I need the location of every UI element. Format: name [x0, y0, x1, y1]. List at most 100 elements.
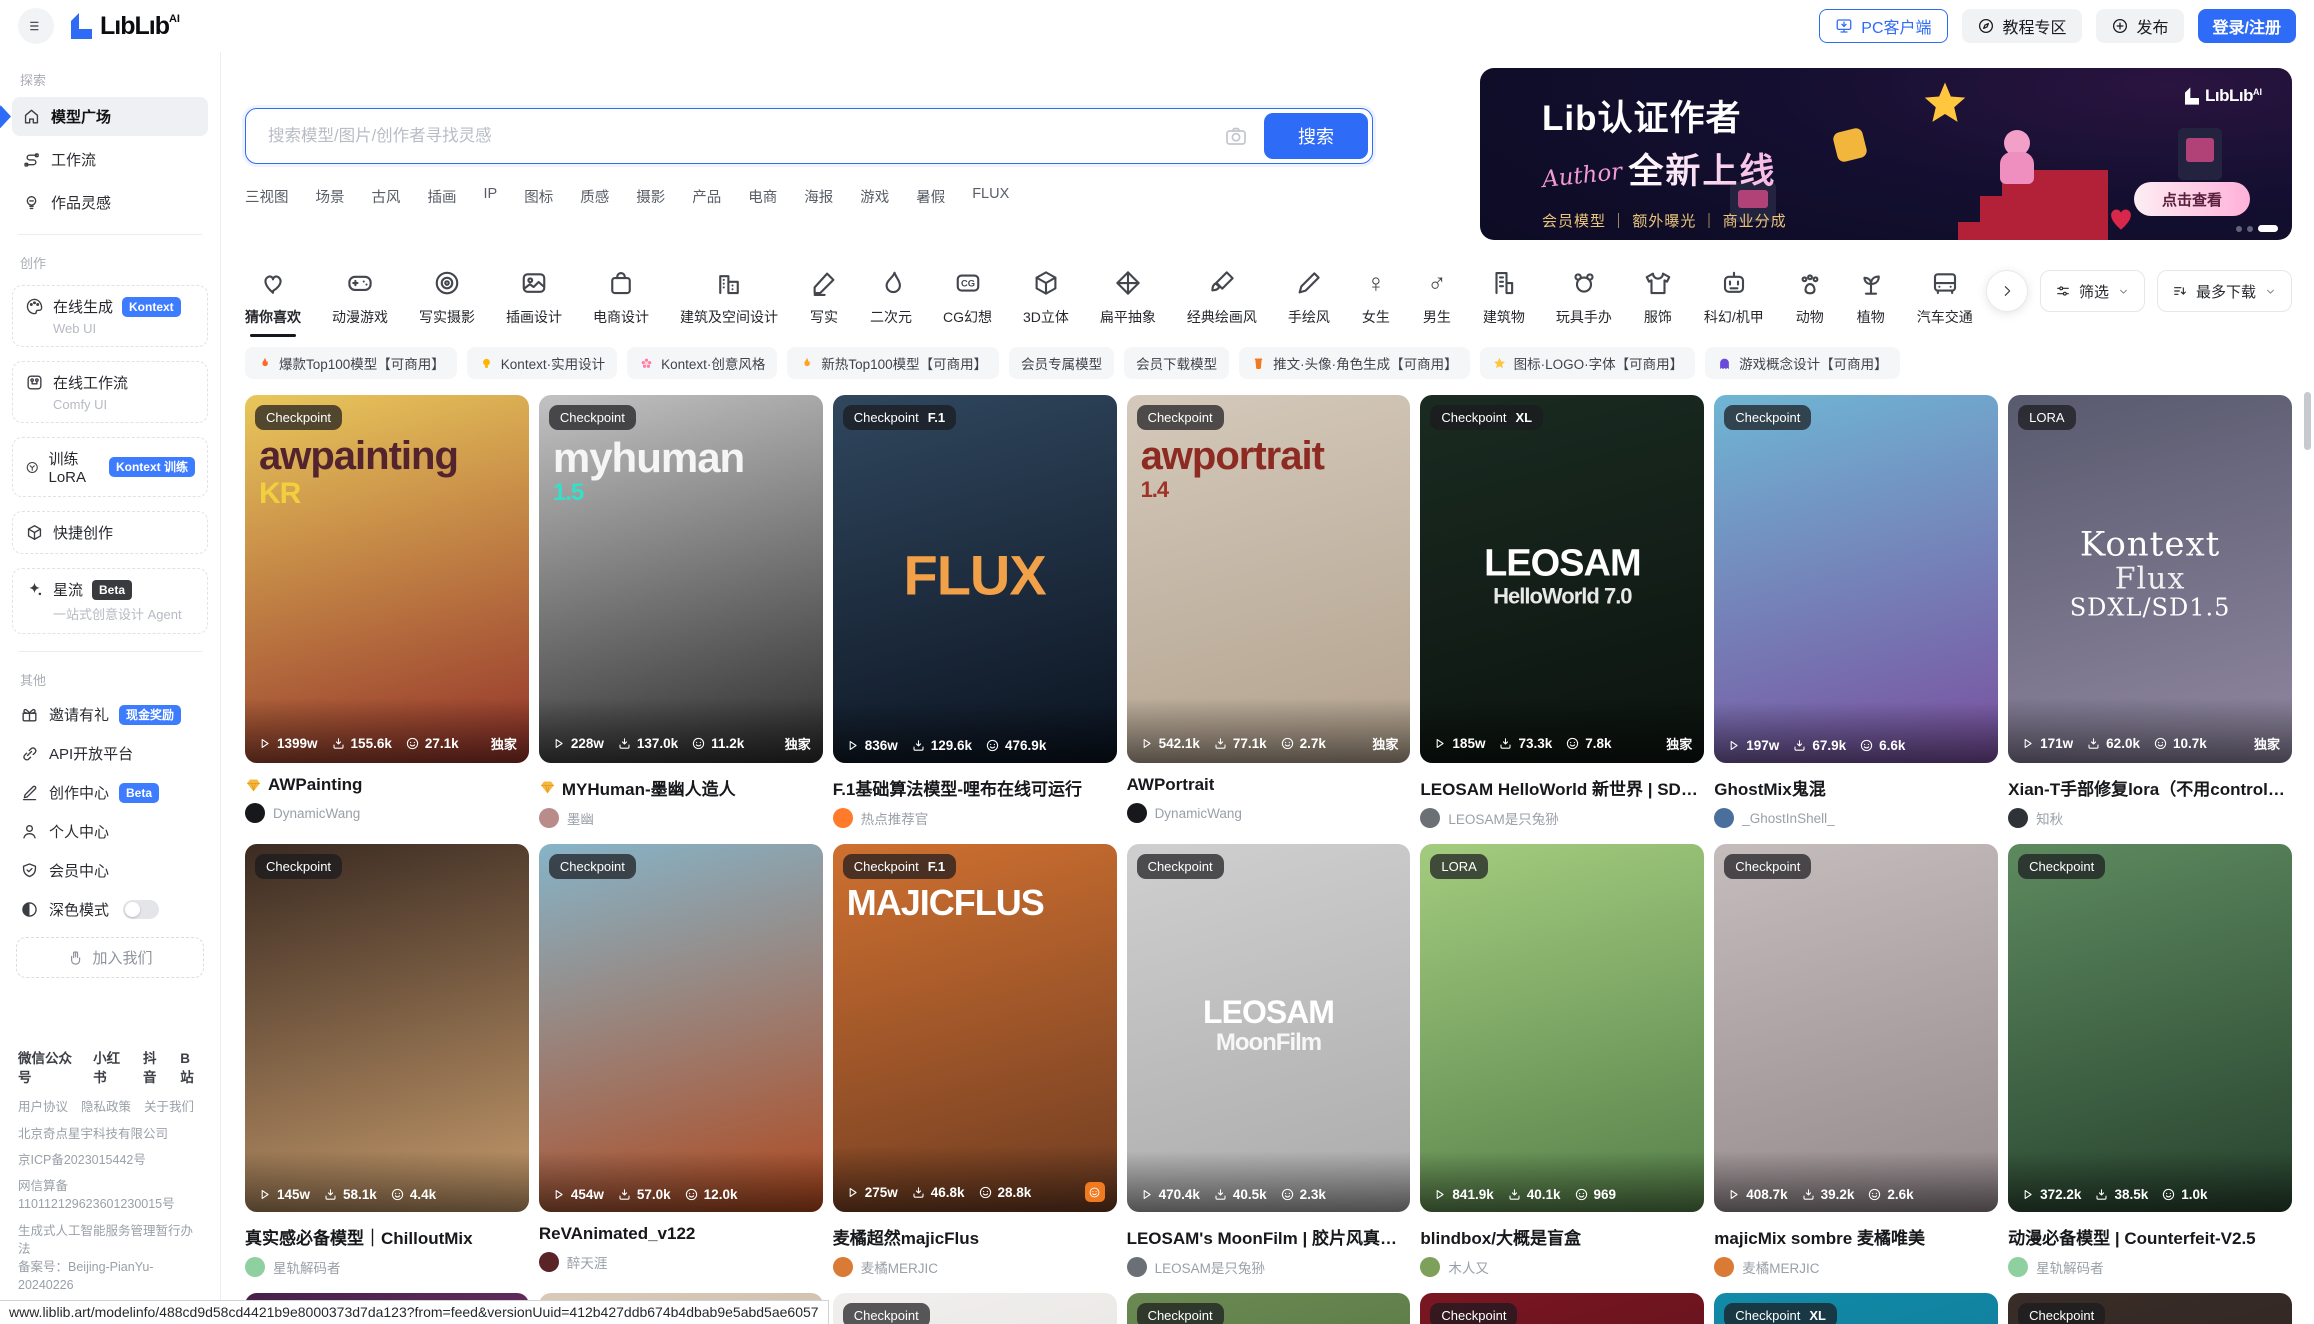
model-title[interactable]: blindbox/大概是盲盒 [1420, 1224, 1704, 1249]
model-author[interactable]: 星轨解码者 [245, 1257, 529, 1277]
filter-pill[interactable]: 游戏概念设计【可商用】 [1705, 347, 1900, 379]
filter-pill[interactable]: Kontext·创意风格 [627, 347, 777, 379]
model-card-image[interactable]: Checkpoint [833, 1293, 1117, 1324]
logo[interactable]: LıbLıb AI [68, 11, 180, 41]
model-card[interactable]: Checkpoint LEOSAMMoonFilm 470.4k 40.5k 2… [1127, 844, 1411, 1277]
model-card[interactable]: CheckpointXL LEOSAMHelloWorld 7.0 185w 7… [1420, 395, 1704, 828]
model-card[interactable]: LORA KontextFluxSDXL/SD1.5 171w 62.0k 10… [2008, 395, 2292, 828]
category-扁平抽象[interactable]: 扁平抽象 [1100, 268, 1156, 337]
category-建筑物[interactable]: 建筑物 [1483, 268, 1525, 337]
category-手绘风[interactable]: 手绘风 [1288, 268, 1330, 337]
sidebar-item-xingliu[interactable]: 星流 Beta 一站式创意设计 Agent [12, 568, 208, 634]
sidebar-item-quick-create[interactable]: 快捷创作 [12, 511, 208, 554]
hot-tag[interactable]: 暑假 [916, 186, 945, 207]
model-title[interactable]: 动漫必备模型 | Counterfeit-V2.5 [2008, 1224, 2292, 1249]
model-title[interactable]: 麦橘超然majicFlus [833, 1224, 1117, 1249]
model-card[interactable]: Checkpoint 454w 57.0k 12.0k ReVAnimated_… [539, 844, 823, 1277]
category-动物[interactable]: 动物 [1795, 268, 1825, 337]
hot-tag[interactable]: FLUX [972, 186, 1009, 207]
scrollbar-thumb[interactable] [2304, 392, 2311, 450]
model-author[interactable]: 醉天涯 [539, 1252, 823, 1272]
search-input[interactable] [266, 126, 1216, 147]
category-男生[interactable]: ♂男生 [1422, 268, 1452, 337]
category-玩具手办[interactable]: 玩具手办 [1556, 268, 1612, 337]
model-title[interactable]: ReVAnimated_v122 [539, 1224, 823, 1244]
category-插画设计[interactable]: 插画设计 [506, 268, 562, 337]
hot-tag[interactable]: 插画 [428, 186, 457, 207]
hot-tag[interactable]: IP [484, 186, 498, 207]
sidebar-item-personal-center[interactable]: 个人中心 [0, 812, 220, 851]
model-card-image[interactable]: Checkpoint myhuman1.5 228w 137.0k 11.2k … [539, 395, 823, 763]
model-card-image[interactable]: Checkpoint LEOSAMMoonFilm 470.4k 40.5k 2… [1127, 844, 1411, 1212]
sidebar-item-online-generate[interactable]: 在线生成 Kontext Web UI [12, 285, 208, 347]
category-女生[interactable]: ♀女生 [1361, 268, 1391, 337]
model-title[interactable]: Xian-T手部修复lora（不用controlnet也不坏... [2008, 775, 2292, 800]
model-card[interactable]: Checkpoint [833, 1293, 1117, 1324]
filter-pill[interactable]: 会员下载模型 [1124, 347, 1229, 379]
category-服饰[interactable]: 服饰 [1643, 268, 1673, 337]
category-写实[interactable]: 写实 [809, 268, 839, 337]
model-card[interactable]: Checkpoint [1127, 1293, 1411, 1324]
category-CG幻想[interactable]: CGCG幻想 [943, 268, 992, 337]
filter-button[interactable]: 筛选 [2040, 270, 2145, 312]
pc-client-button[interactable]: PC客户端 [1819, 9, 1947, 43]
model-card[interactable]: Checkpoint [2008, 1293, 2292, 1324]
category-猜你喜欢[interactable]: 猜你喜欢 [245, 268, 301, 337]
model-author[interactable]: LEOSAM是只兔狲 [1127, 1257, 1411, 1277]
model-card[interactable]: LORA 841.9k 40.1k 969 blindbox/大概是盲盒 [1420, 844, 1704, 1277]
category-3D立体[interactable]: 3D立体 [1023, 268, 1069, 337]
publish-button[interactable]: 发布 [2096, 9, 2184, 43]
category-二次元[interactable]: 二次元 [870, 268, 912, 337]
icp-number[interactable]: 京ICP备2023015442号 [18, 1151, 202, 1169]
category-建筑及空间设计[interactable]: 建筑及空间设计 [680, 268, 778, 337]
hot-tag[interactable]: 海报 [804, 186, 833, 207]
model-author[interactable]: DynamicWang [245, 803, 529, 823]
dark-mode-toggle[interactable] [123, 900, 159, 919]
model-author[interactable]: 木人又 [1420, 1257, 1704, 1277]
tutorial-button[interactable]: 教程专区 [1962, 9, 2082, 43]
model-title[interactable]: AWPortrait [1127, 775, 1411, 795]
category-汽车交通[interactable]: 汽车交通 [1917, 268, 1973, 337]
sidebar-item-workflow[interactable]: 工作流 [12, 140, 208, 179]
xiaohongshu-link[interactable]: 小红书 [93, 1049, 131, 1088]
model-title[interactable]: LEOSAM's MoonFilm | 胶片风真实感大模型 [1127, 1224, 1411, 1249]
model-author[interactable]: 麦橘MERJIC [833, 1257, 1117, 1277]
category-写实摄影[interactable]: 写实摄影 [419, 268, 475, 337]
hot-tag[interactable]: 摄影 [636, 186, 665, 207]
user-agreement-link[interactable]: 用户协议 [18, 1098, 68, 1116]
hot-tag[interactable]: 图标 [524, 186, 553, 207]
model-card-image[interactable]: LORA KontextFluxSDXL/SD1.5 171w 62.0k 10… [2008, 395, 2292, 763]
model-title[interactable]: majicMix sombre 麦橘唯美 [1714, 1224, 1998, 1249]
model-card-image[interactable]: Checkpoint 408.7k 39.2k 2.6k [1714, 844, 1998, 1212]
wechat-link[interactable]: 微信公众号 [18, 1049, 81, 1088]
sidebar-item-model-plaza[interactable]: 模型广场 [12, 97, 208, 136]
hot-tag[interactable]: 古风 [372, 186, 401, 207]
hot-tag[interactable]: 三视图 [245, 186, 289, 207]
join-us-button[interactable]: 加入我们 [16, 937, 204, 978]
sidebar-item-creator-center[interactable]: 创作中心 Beta [0, 773, 220, 812]
model-card-image[interactable]: Checkpoint 197w 67.9k 6.6k [1714, 395, 1998, 763]
privacy-link[interactable]: 隐私政策 [81, 1098, 131, 1116]
model-card[interactable]: Checkpoint 197w 67.9k 6.6k GhostMix鬼混 [1714, 395, 1998, 828]
model-author[interactable]: _GhostInShell_ [1714, 808, 1998, 828]
sidebar-item-api[interactable]: API开放平台 [0, 734, 220, 773]
filter-pill[interactable]: 爆款Top100模型【可商用】 [245, 347, 457, 379]
login-button[interactable]: 登录/注册 [2198, 9, 2296, 43]
model-card-image[interactable]: Checkpoint [2008, 1293, 2292, 1324]
model-author[interactable]: 麦橘MERJIC [1714, 1257, 1998, 1277]
category-scroll-right-button[interactable] [1986, 270, 2028, 312]
category-电商设计[interactable]: 电商设计 [593, 268, 649, 337]
model-card-image[interactable]: Checkpoint [1127, 1293, 1411, 1324]
model-card-image[interactable]: Checkpoint awportrait1.4 542.1k 77.1k 2.… [1127, 395, 1411, 763]
sidebar-item-inspiration[interactable]: 作品灵感 [12, 183, 208, 222]
sort-button[interactable]: 最多下载 [2157, 270, 2292, 312]
model-card-image[interactable]: Checkpoint [1420, 1293, 1704, 1324]
model-card-image[interactable]: Checkpoint 372.2k 38.5k 1.0k [2008, 844, 2292, 1212]
category-植物[interactable]: 植物 [1856, 268, 1886, 337]
hot-tag[interactable]: 游戏 [860, 186, 889, 207]
category-科幻/机甲[interactable]: 科幻/机甲 [1704, 268, 1764, 337]
model-author[interactable]: 星轨解码者 [2008, 1257, 2292, 1277]
model-card[interactable]: Checkpoint myhuman1.5 228w 137.0k 11.2k … [539, 395, 823, 828]
search-button[interactable]: 搜索 [1264, 113, 1368, 159]
model-title[interactable]: AWPainting [245, 775, 529, 795]
